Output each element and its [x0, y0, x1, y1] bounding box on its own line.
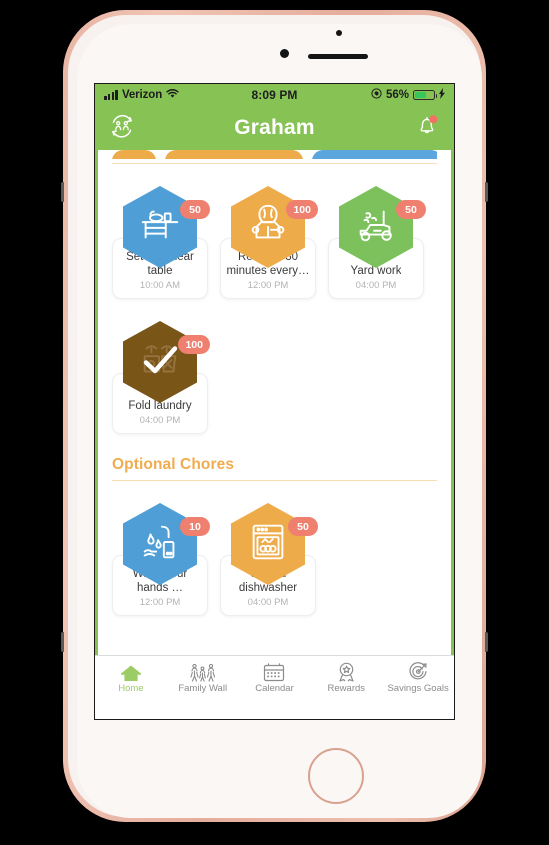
- dishwasher-icon: [245, 519, 291, 570]
- status-bar-left: Verizon: [104, 88, 251, 102]
- filter-pill-partial-c[interactable]: [312, 150, 437, 159]
- tab-savings-goals[interactable]: Savings Goals: [382, 661, 454, 694]
- chore-row: Wash your hands … 12:00 PM: [112, 503, 437, 616]
- chore-time: 04:00 PM: [247, 597, 289, 608]
- chore-time: 04:00 PM: [139, 415, 181, 426]
- chore-time: 12:00 PM: [247, 280, 289, 291]
- optional-chores-divider: [112, 480, 437, 481]
- filter-pill-row[interactable]: [112, 150, 437, 159]
- child-reading-book-icon: [245, 202, 291, 253]
- chore-item[interactable]: Set and clear table 10:00 AM: [112, 186, 210, 299]
- tab-home[interactable]: Home: [95, 662, 167, 694]
- notification-button[interactable]: [411, 112, 443, 144]
- chore-time: 12:00 PM: [139, 597, 181, 608]
- home-icon: [120, 662, 142, 682]
- battery-percent-label: 56%: [385, 89, 409, 101]
- battery-icon: [413, 89, 438, 101]
- award-ribbon-icon: [336, 662, 357, 682]
- points-badge: 50: [396, 200, 426, 219]
- earpiece-speaker: [308, 54, 368, 59]
- points-badge: 10: [180, 517, 210, 536]
- tab-label: Home: [118, 682, 144, 694]
- power-button[interactable]: [485, 182, 488, 202]
- bell-icon: [416, 113, 439, 143]
- calendar-icon: [263, 662, 285, 682]
- wifi-icon: [166, 88, 179, 102]
- page-title: Graham: [234, 116, 315, 139]
- tab-label: Family Wall: [178, 682, 228, 694]
- switch-user-icon: [109, 114, 135, 143]
- required-chores-divider: [112, 163, 437, 164]
- chore-row: Fold laundry 04:00 PM 100: [112, 321, 437, 434]
- filter-pill-partial-b[interactable]: [165, 150, 303, 159]
- target-icon: [408, 661, 429, 682]
- chore-slot-empty: [328, 503, 424, 616]
- chore-item[interactable]: Fold laundry 04:00 PM 100: [112, 321, 210, 434]
- carrier-label: Verizon: [121, 89, 163, 101]
- tab-calendar[interactable]: Calendar: [239, 662, 311, 694]
- chore-time: 04:00 PM: [355, 280, 397, 291]
- volume-down-button[interactable]: [61, 632, 64, 652]
- points-badge: 100: [178, 335, 210, 354]
- points-badge: 50: [180, 200, 210, 219]
- signal-bars-icon: [104, 90, 118, 100]
- status-bar-time: 8:09 PM: [251, 88, 298, 102]
- volume-up-button[interactable]: [61, 182, 64, 202]
- front-camera: [280, 49, 289, 58]
- chore-row: Set and clear table 10:00 AM: [112, 186, 437, 299]
- rotation-lock-icon: [371, 88, 382, 102]
- table-setting-icon: [137, 202, 183, 253]
- chore-item[interactable]: Read for 30 minutes every… 12:00 PM: [220, 186, 318, 299]
- proximity-sensor: [336, 30, 342, 36]
- tab-family-wall[interactable]: Family Wall: [167, 662, 239, 694]
- tab-rewards[interactable]: Rewards: [310, 662, 382, 694]
- laundry-basket-icon: [137, 337, 183, 388]
- status-bar: Verizon 8:09 PM 56%: [95, 84, 454, 106]
- lightning-bolt-icon: [439, 88, 445, 102]
- nav-header: Graham: [95, 106, 454, 150]
- chores-scroll-area[interactable]: Set and clear table 10:00 AM: [95, 150, 454, 655]
- status-bar-right: 56%: [298, 88, 445, 102]
- chore-item[interactable]: Unload dishwasher 04:00 PM: [220, 503, 318, 616]
- lawn-mower-icon: [353, 202, 399, 253]
- sim-tray: [485, 632, 488, 652]
- family-icon: [189, 662, 217, 682]
- points-badge: 100: [286, 200, 318, 219]
- home-button[interactable]: [308, 748, 364, 804]
- chore-time: 10:00 AM: [139, 280, 181, 291]
- chore-item[interactable]: Wash your hands … 12:00 PM: [112, 503, 210, 616]
- filter-pill-partial-a[interactable]: [112, 150, 156, 159]
- tab-label: Calendar: [255, 682, 294, 694]
- app-screen: Verizon 8:09 PM 56% Graham Set clear tab…: [94, 83, 455, 720]
- optional-chores-heading: Optional Chores: [112, 456, 235, 473]
- tab-label: Rewards: [327, 682, 366, 694]
- washing-hands-icon: [137, 519, 183, 570]
- tab-label: Savings Goals: [387, 682, 449, 694]
- points-badge: 50: [288, 517, 318, 536]
- switch-user-button[interactable]: [106, 112, 138, 144]
- chore-item[interactable]: Yard work 04:00 PM 50: [328, 186, 426, 299]
- bottom-tab-bar[interactable]: Home Family Wall Calendar Rewards Saving…: [95, 655, 454, 699]
